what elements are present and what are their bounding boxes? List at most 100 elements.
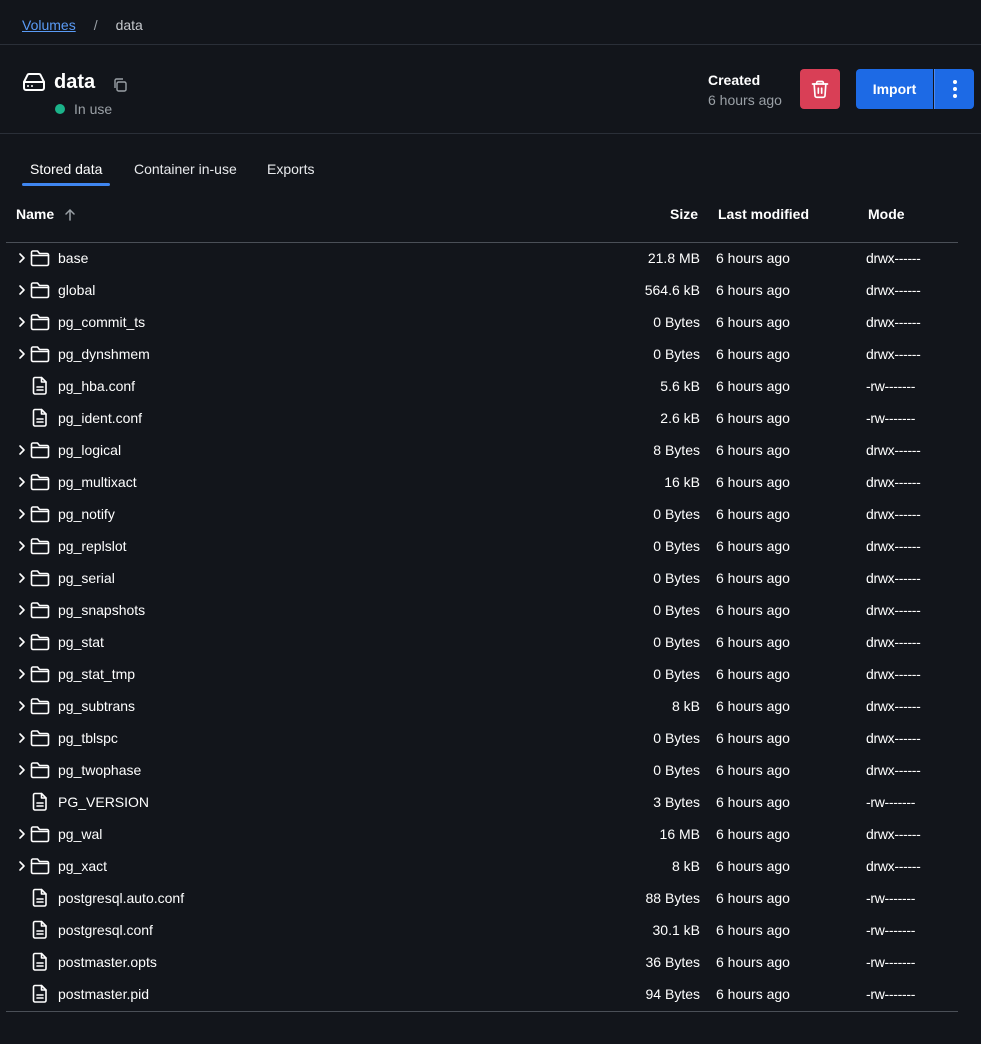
folder-row[interactable]: pg_multixact 16 kB 6 hours ago drwx------ bbox=[0, 466, 981, 498]
folder-row[interactable]: pg_stat 0 Bytes 6 hours ago drwx------ bbox=[0, 626, 981, 658]
page-title: data bbox=[54, 71, 96, 93]
file-size: 8 Bytes bbox=[653, 442, 700, 458]
file-last-modified: 6 hours ago bbox=[716, 506, 790, 522]
file-mode: drwx------ bbox=[866, 666, 921, 682]
file-mode: -rw------- bbox=[866, 410, 916, 426]
chevron-right-icon[interactable] bbox=[15, 635, 29, 649]
chevron-right-icon[interactable] bbox=[15, 443, 29, 457]
chevron-right-icon[interactable] bbox=[15, 539, 29, 553]
file-last-modified: 6 hours ago bbox=[716, 250, 790, 266]
chevron-right-icon[interactable] bbox=[15, 859, 29, 873]
tab-exports[interactable]: Exports bbox=[267, 161, 314, 177]
chevron-right-icon[interactable] bbox=[15, 251, 29, 265]
delete-button[interactable] bbox=[800, 69, 840, 109]
chevron-right-icon[interactable] bbox=[15, 667, 29, 681]
folder-row[interactable]: pg_logical 8 Bytes 6 hours ago drwx------ bbox=[0, 434, 981, 466]
copy-icon[interactable] bbox=[112, 77, 128, 93]
file-row[interactable]: postmaster.opts 36 Bytes 6 hours ago -rw---… bbox=[0, 946, 981, 978]
file-last-modified: 6 hours ago bbox=[716, 442, 790, 458]
file-size: 88 Bytes bbox=[645, 890, 700, 906]
file-icon bbox=[32, 376, 47, 395]
folder-row[interactable]: pg_replslot 0 Bytes 6 hours ago drwx------ bbox=[0, 530, 981, 562]
chevron-right-icon[interactable] bbox=[15, 763, 29, 777]
file-mode: drwx------ bbox=[866, 250, 921, 266]
file-name: pg_dynshmem bbox=[58, 346, 150, 362]
file-name: pg_stat_tmp bbox=[58, 666, 136, 682]
file-name: pg_subtrans bbox=[58, 698, 136, 714]
sort-ascending-icon[interactable] bbox=[63, 208, 77, 222]
tab-container-in-use[interactable]: Container in-use bbox=[134, 161, 237, 177]
file-mode: drwx------ bbox=[866, 506, 921, 522]
folder-row[interactable]: pg_snapshots 0 Bytes 6 hours ago drwx------ bbox=[0, 594, 981, 626]
created-info: Created 6 hours ago bbox=[708, 70, 782, 110]
file-name: base bbox=[58, 250, 89, 266]
more-actions-button[interactable] bbox=[934, 69, 974, 109]
chevron-right-icon[interactable] bbox=[15, 347, 29, 361]
file-size: 0 Bytes bbox=[653, 730, 700, 746]
folder-icon bbox=[30, 314, 50, 331]
file-name: pg_replslot bbox=[58, 538, 127, 554]
column-header-last-modified[interactable]: Last modified bbox=[718, 206, 809, 222]
folder-icon bbox=[30, 730, 50, 747]
file-size: 16 kB bbox=[664, 474, 700, 490]
chevron-right-icon[interactable] bbox=[15, 283, 29, 297]
column-header-size[interactable]: Size bbox=[670, 206, 698, 222]
file-last-modified: 6 hours ago bbox=[716, 986, 790, 1002]
folder-row[interactable]: global 564.6 kB 6 hours ago drwx------ bbox=[0, 274, 981, 306]
folder-row[interactable]: pg_xact 8 kB 6 hours ago drwx------ bbox=[0, 850, 981, 882]
folder-icon bbox=[30, 442, 50, 459]
file-row[interactable]: postmaster.pid 94 Bytes 6 hours ago -rw----… bbox=[0, 978, 981, 1010]
column-header-mode[interactable]: Mode bbox=[868, 206, 905, 222]
folder-row[interactable]: pg_subtrans 8 kB 6 hours ago drwx------ bbox=[0, 690, 981, 722]
folder-row[interactable]: pg_stat_tmp 0 Bytes 6 hours ago drwx------ bbox=[0, 658, 981, 690]
folder-row[interactable]: pg_serial 0 Bytes 6 hours ago drwx------ bbox=[0, 562, 981, 594]
chevron-right-icon[interactable] bbox=[15, 827, 29, 841]
file-row[interactable]: postgresql.conf 30.1 kB 6 hours ago -rw----… bbox=[0, 914, 981, 946]
chevron-right-icon[interactable] bbox=[15, 603, 29, 617]
folder-row[interactable]: pg_dynshmem 0 Bytes 6 hours ago drwx------ bbox=[0, 338, 981, 370]
import-button[interactable]: Import bbox=[856, 69, 933, 109]
file-mode: -rw------- bbox=[866, 954, 916, 970]
chevron-right-icon[interactable] bbox=[15, 571, 29, 585]
file-last-modified: 6 hours ago bbox=[716, 858, 790, 874]
file-row[interactable]: PG_VERSION 3 Bytes 6 hours ago -rw------- bbox=[0, 786, 981, 818]
chevron-right-icon[interactable] bbox=[15, 731, 29, 745]
folder-icon bbox=[30, 666, 50, 683]
file-mode: -rw------- bbox=[866, 890, 916, 906]
chevron-right-icon[interactable] bbox=[15, 507, 29, 521]
file-row[interactable]: pg_hba.conf 5.6 kB 6 hours ago -rw------- bbox=[0, 370, 981, 402]
folder-icon bbox=[30, 282, 50, 299]
column-header-name[interactable]: Name bbox=[16, 206, 54, 222]
file-last-modified: 6 hours ago bbox=[716, 698, 790, 714]
file-icon bbox=[32, 920, 47, 939]
folder-icon bbox=[30, 506, 50, 523]
file-last-modified: 6 hours ago bbox=[716, 410, 790, 426]
file-mode: drwx------ bbox=[866, 442, 921, 458]
active-tab-indicator bbox=[22, 183, 110, 186]
file-row[interactable]: pg_ident.conf 2.6 kB 6 hours ago -rw------- bbox=[0, 402, 981, 434]
chevron-right-icon[interactable] bbox=[15, 475, 29, 489]
file-last-modified: 6 hours ago bbox=[716, 666, 790, 682]
file-last-modified: 6 hours ago bbox=[716, 954, 790, 970]
breadcrumb-volumes-link[interactable]: Volumes bbox=[22, 17, 76, 33]
chevron-right-icon[interactable] bbox=[15, 699, 29, 713]
file-mode: drwx------ bbox=[866, 602, 921, 618]
file-last-modified: 6 hours ago bbox=[716, 282, 790, 298]
folder-row[interactable]: base 21.8 MB 6 hours ago drwx------ bbox=[0, 242, 981, 274]
file-mode: drwx------ bbox=[866, 858, 921, 874]
folder-row[interactable]: pg_wal 16 MB 6 hours ago drwx------ bbox=[0, 818, 981, 850]
file-name: pg_logical bbox=[58, 442, 122, 458]
folder-row[interactable]: pg_twophase 0 Bytes 6 hours ago drwx------ bbox=[0, 754, 981, 786]
file-last-modified: 6 hours ago bbox=[716, 602, 790, 618]
hard-drive-icon bbox=[23, 73, 45, 91]
file-icon bbox=[32, 984, 47, 1003]
file-size: 5.6 kB bbox=[660, 378, 700, 394]
folder-row[interactable]: pg_commit_ts 0 Bytes 6 hours ago drwx------ bbox=[0, 306, 981, 338]
file-row[interactable]: postgresql.auto.conf 88 Bytes 6 hours ago -… bbox=[0, 882, 981, 914]
file-name: pg_notify bbox=[58, 506, 115, 522]
breadcrumb-separator: / bbox=[93, 17, 98, 33]
tab-stored-data[interactable]: Stored data bbox=[30, 161, 102, 177]
chevron-right-icon[interactable] bbox=[15, 315, 29, 329]
folder-row[interactable]: pg_tblspc 0 Bytes 6 hours ago drwx------ bbox=[0, 722, 981, 754]
folder-row[interactable]: pg_notify 0 Bytes 6 hours ago drwx------ bbox=[0, 498, 981, 530]
